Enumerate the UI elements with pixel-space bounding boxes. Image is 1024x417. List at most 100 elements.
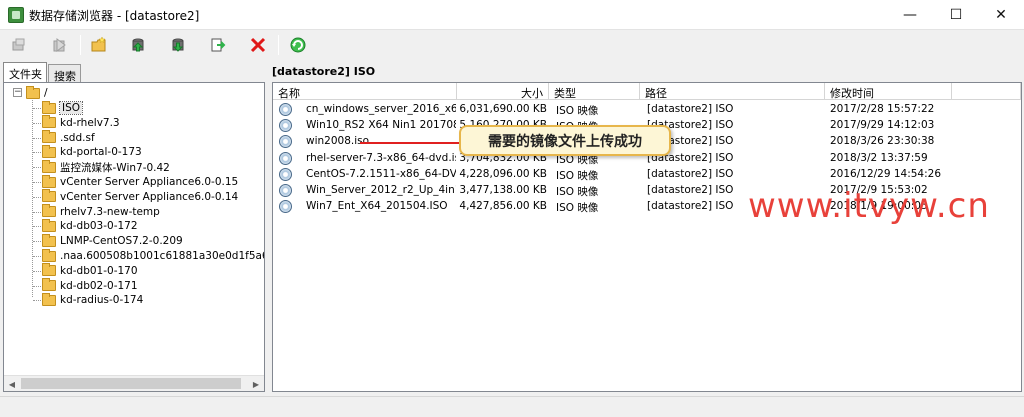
refresh-button[interactable]: [286, 33, 310, 57]
folder-icon: [42, 100, 56, 114]
tree-item[interactable]: .sdd.sf: [42, 130, 95, 145]
tree-item-label: LNMP-CentOS7.2-0.209: [60, 235, 183, 248]
file-type-cell: ISO 映像: [556, 186, 599, 198]
file-row[interactable]: CentOS-7.2.1511-x86_64-DVD....4,228,096.…: [273, 167, 1021, 183]
folder-icon: [42, 233, 56, 247]
file-row[interactable]: cn_windows_server_2016_x64...6,031,690.0…: [273, 102, 1021, 118]
tree-item-label: kd-rhelv7.3: [60, 116, 120, 129]
scroll-thumb[interactable]: [21, 378, 241, 389]
tree-item-label: rhelv7.3-new-temp: [60, 205, 160, 218]
file-size-cell: 6,031,690.00 KB: [459, 103, 547, 115]
tree-collapse-toggle[interactable]: −: [13, 88, 22, 97]
file-path-cell: [datastore2] ISO: [647, 167, 734, 180]
tree-item[interactable]: 监控流媒体-Win7-0.42: [42, 159, 170, 174]
file-modified-cell: 2018/3/26 23:30:38: [830, 135, 935, 148]
back-button[interactable]: [7, 33, 31, 57]
column-header-type[interactable]: 类型: [549, 83, 640, 100]
tree-item[interactable]: .naa.600508b1001c61881a30e0d1f5a60b3e: [42, 248, 264, 263]
tree-item-label: vCenter Server Appliance6.0-0.14: [60, 190, 239, 203]
disc-image-icon: [279, 200, 292, 214]
disc-image-icon: [279, 119, 292, 133]
refresh-icon: [290, 37, 306, 53]
delete-icon: [250, 37, 266, 53]
tree-item[interactable]: kd-portal-0-173: [42, 144, 142, 159]
tree-item-label: kd-radius-0-174: [60, 294, 144, 307]
file-type-cell: ISO 映像: [556, 105, 599, 117]
tree-item[interactable]: kd-db01-0-170: [42, 263, 138, 278]
tree-item[interactable]: kd-db03-0-172: [42, 218, 138, 233]
folder-icon: [42, 144, 56, 158]
tree-guide-line: [33, 182, 41, 183]
tree-item[interactable]: rhelv7.3-new-temp: [42, 204, 160, 219]
tree-guide-line: [33, 270, 41, 272]
column-header-path[interactable]: 路径: [640, 83, 825, 100]
delete-button[interactable]: [246, 33, 270, 57]
tree-guide-line: [33, 108, 41, 109]
file-modified-cell: 2017/9/29 14:12:03: [830, 119, 935, 132]
title-bar: 数据存储浏览器 - [datastore2] — ☐ ✕: [0, 0, 1024, 30]
file-modified-cell: 2018/3/2 13:37:59: [830, 151, 928, 164]
folder-tree: − / ISO kd-rhelv7.3 .sdd.sf kd-portal-0-173…: [4, 83, 264, 375]
new-folder-button[interactable]: [87, 33, 111, 57]
tree-item-label: vCenter Server Appliance6.0-0.15: [60, 176, 239, 188]
callout-pointer-line: [360, 142, 459, 144]
tab-folders[interactable]: 文件夹: [3, 62, 47, 83]
file-path-cell: [datastore2] ISO: [647, 151, 734, 164]
panel-splitter[interactable]: [266, 62, 271, 394]
folder-tree-panel: − / ISO kd-rhelv7.3 .sdd.sf kd-portal-0-173…: [3, 82, 265, 392]
tree-item[interactable]: kd-radius-0-174: [42, 292, 144, 307]
download-button[interactable]: [166, 33, 190, 57]
file-name-cell: CentOS-7.2.1511-x86_64-DVD....: [306, 167, 456, 180]
tree-item[interactable]: kd-rhelv7.3: [42, 115, 120, 130]
tree-item[interactable]: LNMP-CentOS7.2-0.209: [42, 233, 183, 248]
file-name-cell: Win_Server_2012_r2_Up_4in1...: [306, 184, 456, 196]
tree-guide-line: [33, 152, 41, 154]
folder-icon: [42, 292, 56, 306]
file-modified-cell: 2016/12/29 14:54:26: [830, 167, 942, 180]
folder-icon: [42, 115, 56, 129]
tree-item-label: ISO: [58, 101, 84, 115]
scroll-right-icon[interactable]: ▶: [248, 376, 264, 391]
horizontal-scrollbar[interactable]: ◀ ▶: [4, 375, 264, 391]
column-header-modified[interactable]: 修改时间: [825, 83, 952, 100]
move-button[interactable]: [206, 33, 230, 57]
maximize-button[interactable]: ☐: [933, 0, 979, 30]
column-header-filler: [952, 83, 1021, 100]
file-name-cell: Win7_Ent_X64_201504.ISO: [306, 200, 448, 213]
toolbar: [0, 30, 1024, 60]
current-path-label: [datastore2] ISO: [272, 65, 376, 78]
toolbar-separator: [80, 35, 81, 55]
disc-image-icon: [279, 167, 292, 181]
upload-button[interactable]: [126, 33, 150, 57]
tree-guide-line: [33, 241, 41, 243]
column-header-name[interactable]: 名称: [273, 83, 457, 100]
tree-guide-line: [33, 300, 41, 302]
datastore-browser-app-icon: [8, 7, 24, 23]
move-icon: [211, 38, 226, 52]
close-button[interactable]: ✕: [978, 0, 1024, 30]
tree-guide-line: [33, 285, 41, 287]
tree-item[interactable]: ISO: [42, 100, 84, 115]
callout-annotation: 需要的镜像文件上传成功: [459, 125, 671, 156]
forward-button[interactable]: [48, 33, 72, 57]
tree-guide-line: [33, 211, 41, 213]
tree-guide-line: [33, 196, 41, 198]
minimize-button[interactable]: —: [887, 0, 933, 30]
tree-item[interactable]: vCenter Server Appliance6.0-0.14: [42, 189, 239, 204]
file-name-cell: cn_windows_server_2016_x64...: [306, 103, 456, 115]
toolbar-separator: [278, 35, 279, 55]
disc-image-icon: [279, 103, 292, 116]
scroll-left-icon[interactable]: ◀: [4, 376, 20, 391]
tree-item-label: kd-db02-0-171: [60, 279, 138, 292]
column-header-size[interactable]: 大小: [457, 83, 549, 100]
tree-item-label: kd-db03-0-172: [60, 220, 138, 233]
file-modified-cell: 2017/2/28 15:57:22: [830, 103, 935, 115]
file-size-cell: 4,427,856.00 KB: [459, 200, 547, 213]
tree-item[interactable]: kd-db02-0-171: [42, 278, 138, 293]
tab-search[interactable]: 搜索: [48, 64, 81, 83]
forward-icon: [53, 38, 66, 52]
tree-item-label: kd-db01-0-170: [60, 264, 138, 277]
tree-item[interactable]: vCenter Server Appliance6.0-0.15: [42, 174, 239, 189]
tree-item-label: kd-portal-0-173: [60, 146, 142, 159]
tree-root[interactable]: /: [26, 85, 48, 100]
